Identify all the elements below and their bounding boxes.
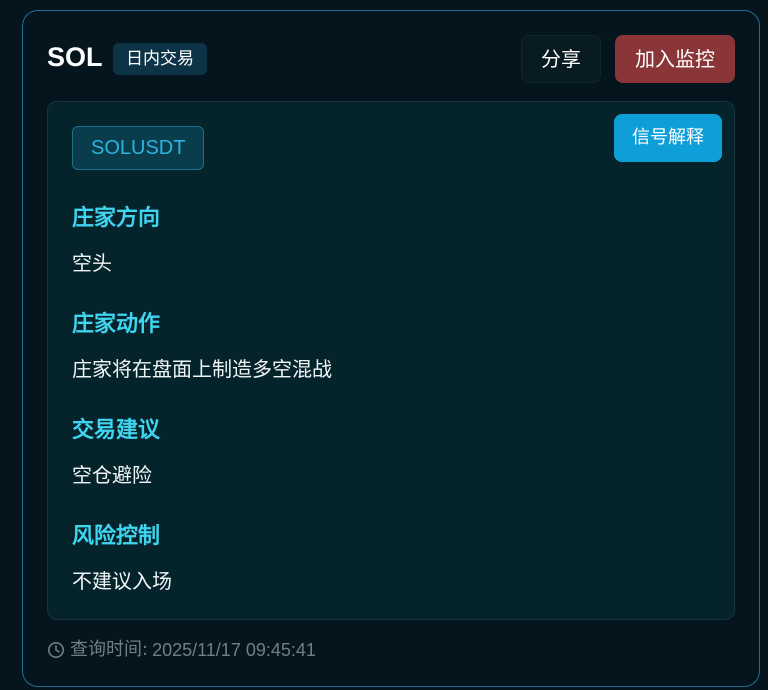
signal-explain-button[interactable]: 信号解释 <box>614 114 722 162</box>
section-value: 空头 <box>72 251 112 275</box>
query-time-value: 2025/11/17 09:45:41 <box>152 640 316 660</box>
section-title: 庄家动作 <box>72 312 161 337</box>
section-advice: 交易建议 空仓避险 <box>72 412 160 488</box>
share-button[interactable]: 分享 <box>521 35 601 83</box>
trade-mode-badge: 日内交易 <box>113 43 207 75</box>
section-value: 庄家将在盘面上制造多空混战 <box>72 357 332 381</box>
add-monitor-button[interactable]: 加入监控 <box>615 35 735 83</box>
signal-card: SOL 日内交易 分享 加入监控 SOLUSDT 信号解释 庄家方向 空头 庄家… <box>22 10 760 687</box>
section-value: 空仓避险 <box>72 463 152 487</box>
signal-panel: SOLUSDT 信号解释 庄家方向 空头 庄家动作 庄家将在盘面上制造多空混战 … <box>47 101 735 620</box>
query-time-footer: 查询时间: 2025/11/17 09:45:41 <box>47 637 316 663</box>
section-direction: 庄家方向 空头 <box>72 200 160 276</box>
section-title: 交易建议 <box>72 418 161 443</box>
clock-icon <box>47 641 65 659</box>
coin-title: SOL <box>47 42 103 72</box>
section-title: 风险控制 <box>72 524 161 549</box>
card-header: SOL 日内交易 分享 加入监控 <box>47 35 735 85</box>
query-time-label: 查询时间: <box>70 639 149 660</box>
section-risk: 风险控制 不建议入场 <box>72 518 172 594</box>
section-title: 庄家方向 <box>72 206 161 231</box>
section-value: 不建议入场 <box>72 569 172 593</box>
symbol-tag: SOLUSDT <box>72 126 205 170</box>
section-action: 庄家动作 庄家将在盘面上制造多空混战 <box>72 306 332 382</box>
